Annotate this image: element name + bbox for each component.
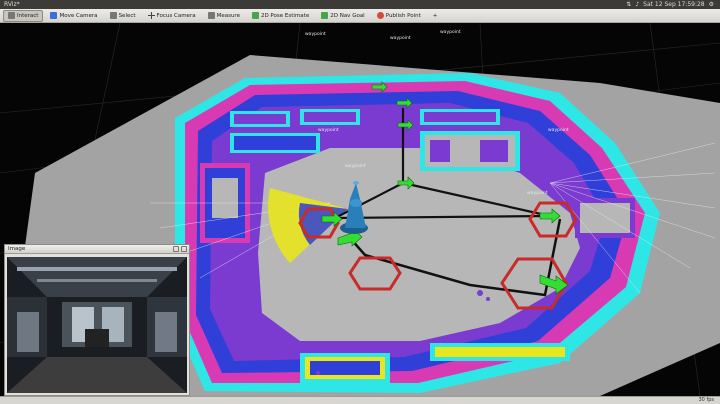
focus-camera-tool-button[interactable]: Focus Camera <box>143 10 201 22</box>
publish-point-tool-button[interactable]: Publish Point <box>372 10 426 22</box>
plus-icon: + <box>432 12 438 19</box>
volume-icon[interactable]: ♪ <box>635 0 639 9</box>
system-tray: ⇅ ♪ Sat 12 Sep 17:59:28 ⚙ <box>626 0 720 9</box>
select-label: Select <box>118 12 136 19</box>
pose-arrow-icon <box>251 12 259 19</box>
select-tool-button[interactable]: Select <box>105 10 141 22</box>
measure-tool-button[interactable]: Measure <box>203 10 245 22</box>
interact-label: Interact <box>17 12 39 19</box>
tf-label-top-mid: waypoint <box>390 35 411 41</box>
focus-camera-label: Focus Camera <box>156 12 196 19</box>
tf-label-top-right: waypoint <box>440 29 461 35</box>
pose-estimate-label: 2D Pose Estimate <box>260 12 310 19</box>
tf-label-mid-left: waypoint <box>318 127 339 133</box>
gear-icon[interactable]: ⚙ <box>709 0 714 9</box>
close-icon[interactable] <box>181 246 187 252</box>
crosshair-icon <box>147 12 155 19</box>
move-camera-tool-button[interactable]: Move Camera <box>45 10 102 22</box>
window-title: RViz* <box>4 1 20 8</box>
rviz-window: RViz* ⇅ ♪ Sat 12 Sep 17:59:28 ⚙ Interact… <box>0 0 720 404</box>
select-icon <box>109 12 117 19</box>
nav-goal-label: 2D Nav Goal <box>330 12 365 19</box>
image-display-panel[interactable]: Image <box>4 244 190 396</box>
float-icon[interactable] <box>173 246 179 252</box>
status-bar: 30 fps <box>0 396 720 404</box>
add-tool-button[interactable]: + <box>428 10 443 22</box>
fps-readout: 30 fps <box>698 397 715 403</box>
ruler-icon <box>207 12 215 19</box>
tf-label-top-left: waypoint <box>305 31 326 37</box>
image-panel-controls <box>173 246 187 252</box>
goal-arrow-icon <box>321 12 329 19</box>
point-icon <box>376 12 384 19</box>
nav-goal-tool-button[interactable]: 2D Nav Goal <box>316 10 370 22</box>
image-panel-header[interactable]: Image <box>5 245 189 254</box>
move-camera-label: Move Camera <box>59 12 98 19</box>
pose-estimate-tool-button[interactable]: 2D Pose Estimate <box>247 10 314 22</box>
publish-point-label: Publish Point <box>385 12 421 19</box>
rviz-toolbar: Interact Move Camera Select Focus Camera… <box>0 9 720 23</box>
cursor-icon <box>8 12 15 19</box>
tf-label-far-right: waypoint <box>548 127 569 133</box>
system-top-bar: RViz* ⇅ ♪ Sat 12 Sep 17:59:28 ⚙ <box>0 0 720 9</box>
camera-image <box>7 257 187 393</box>
interact-tool-button[interactable]: Interact <box>3 9 44 22</box>
network-icon[interactable]: ⇅ <box>626 0 631 9</box>
image-panel-title: Image <box>8 246 26 252</box>
move-camera-icon <box>50 12 58 19</box>
tf-label-right: waypoint <box>527 190 548 196</box>
measure-label: Measure <box>216 12 240 19</box>
tf-label-robot: waypoint <box>345 163 366 169</box>
clock[interactable]: Sat 12 Sep 17:59:28 <box>643 0 704 9</box>
